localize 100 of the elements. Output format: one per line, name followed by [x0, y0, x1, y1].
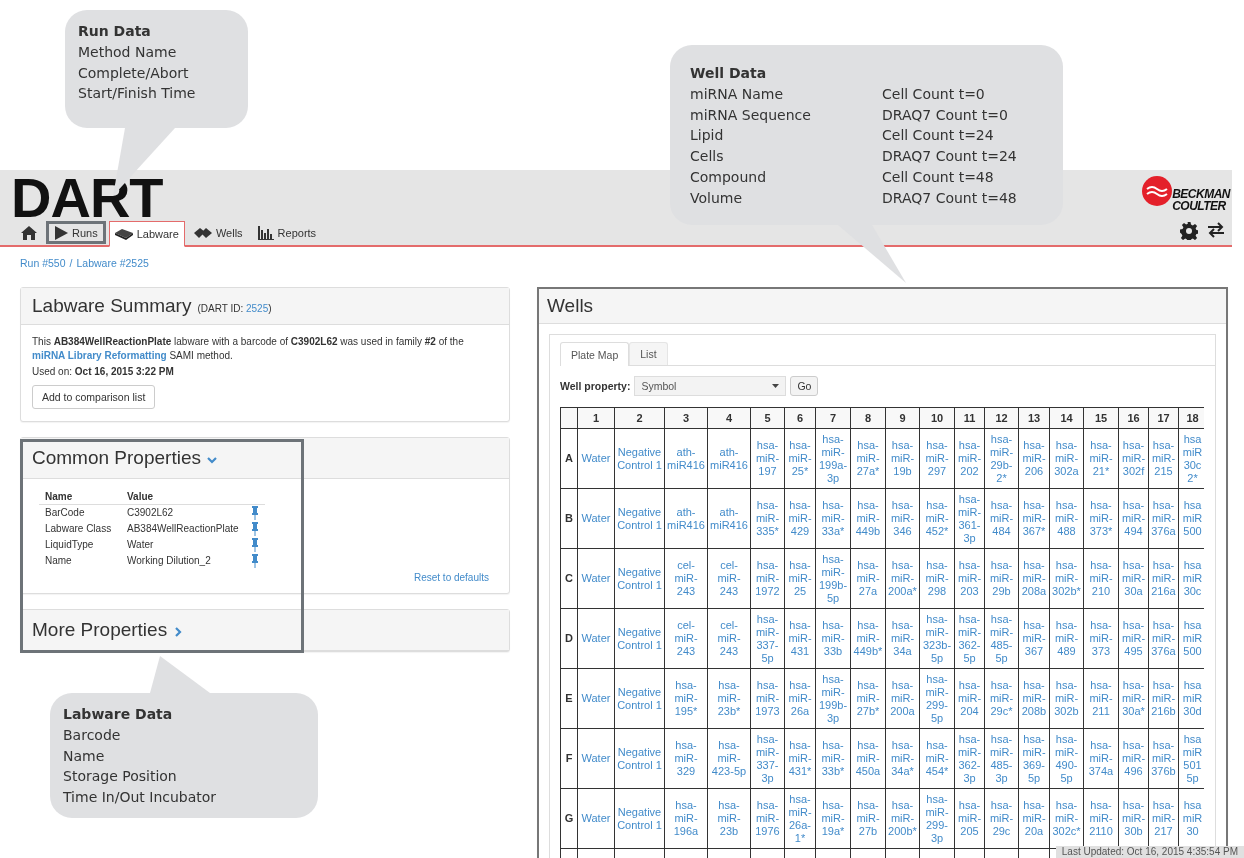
well-cell[interactable]: hsa-miR-485-3p — [984, 728, 1019, 789]
well-cell[interactable]: hsa-miR-205 — [954, 788, 985, 849]
well-cell[interactable]: hsa-miR-27b* — [850, 668, 886, 729]
labware-tab[interactable]: Labware — [108, 221, 185, 247]
well-cell[interactable]: hsa-miR-33b* — [815, 728, 851, 789]
well-cell[interactable]: hsa-miR-429 — [784, 488, 816, 549]
well-cell[interactable]: hsa-miR-33a* — [815, 488, 851, 549]
well-cell[interactable]: hsa-miR-423-5p — [707, 728, 751, 789]
well-cell[interactable]: hsa-miR-210 — [1083, 548, 1119, 609]
well-cell[interactable]: hsa-miR-373* — [1083, 488, 1119, 549]
runs-tab[interactable]: Runs — [46, 221, 106, 244]
well-cell[interactable]: hsa-miR-302b* — [1049, 548, 1084, 609]
well-cell[interactable]: hsa-miR-208a — [1018, 548, 1050, 609]
well-cell[interactable]: cel-miR-243 — [664, 548, 708, 609]
well-cell[interactable]: hsa-miR-34a — [885, 608, 920, 669]
well-cell[interactable]: hsa-miR-197 — [750, 428, 785, 489]
well-cell[interactable]: ath-miR416 — [707, 428, 751, 489]
well-cell[interactable]: hsa-miR-199b-5p — [815, 548, 851, 609]
well-cell[interactable]: hsa-miR-29c* — [984, 668, 1019, 729]
well-cell[interactable]: Negative Control 1 — [614, 668, 665, 729]
well-cell[interactable]: hsa-miR-367 — [1018, 608, 1050, 669]
well-cell[interactable]: hsa-miR-494 — [1118, 488, 1149, 549]
well-cell[interactable]: hsa-miR-215 — [1148, 428, 1179, 489]
well-cell[interactable]: hsa-miR-200a — [885, 668, 920, 729]
well-cell[interactable]: hsa-miR-25 — [784, 548, 816, 609]
well-cell[interactable]: hsa-miR-195* — [664, 668, 708, 729]
well-cell[interactable]: hsa-miR-199a-3p — [815, 428, 851, 489]
well-cell[interactable]: hsa-miR-302a — [1049, 428, 1084, 489]
well-cell[interactable]: hsa-miR-1976 — [750, 788, 785, 849]
well-cell[interactable]: Negative Control 1 — [614, 788, 665, 849]
well-cell[interactable]: cel-miR-243 — [707, 548, 751, 609]
well-cell[interactable]: hsa-miR-376a — [1148, 608, 1179, 669]
well-cell[interactable]: hsa-miR-337-5p — [750, 608, 785, 669]
well-cell[interactable]: Negative Control 1 — [614, 488, 665, 549]
well-cell[interactable]: hsa-miR-26a — [784, 668, 816, 729]
well-cell[interactable]: hsa-miR-488 — [1049, 488, 1084, 549]
well-cell[interactable]: hsa-miR-23b* — [707, 668, 751, 729]
well-cell[interactable]: hsa-miR-299-5p — [919, 668, 955, 729]
well-cell[interactable]: hsa-miR-27a* — [850, 428, 886, 489]
well-cell[interactable]: Negative Control 1 — [614, 428, 665, 489]
well-cell[interactable]: hsa-miR-369-5p — [1018, 728, 1050, 789]
well-cell[interactable]: hsa-miR-20a — [1018, 788, 1050, 849]
breadcrumb-link[interactable]: Labware #2525 — [76, 257, 149, 272]
well-cell[interactable]: hsa-miR-21* — [1083, 428, 1119, 489]
well-cell[interactable]: hsa-miR-25* — [784, 428, 816, 489]
well-cell[interactable]: hsa-miR-346 — [885, 488, 920, 549]
well-cell[interactable]: hsa-miR-19a* — [815, 788, 851, 849]
well-cell[interactable]: hsa-miR-431* — [784, 728, 816, 789]
well-cell[interactable]: hsa-miR-27b — [850, 788, 886, 849]
well-cell[interactable]: hsa-miR-490-5p — [1049, 728, 1084, 789]
well-cell[interactable]: hsa-miR-27a — [850, 548, 886, 609]
well-cell[interactable]: hsa-miR-30a* — [1118, 668, 1149, 729]
well-cell[interactable]: Water — [577, 428, 615, 489]
well-cell[interactable]: hsa-miR-199b-3p — [815, 668, 851, 729]
property-dropdown[interactable]: Symbol — [634, 376, 787, 396]
well-cell[interactable]: hsa-miR-484 — [984, 488, 1019, 549]
well-cell[interactable]: hsa-miR-29b — [984, 548, 1019, 609]
well-cell[interactable]: hsa-miR-200b* — [885, 788, 920, 849]
well-cell[interactable]: Water — [577, 548, 615, 609]
well-cell[interactable]: hsa-miR-454* — [919, 728, 955, 789]
well-cell[interactable]: hsa-miR-361-3p — [954, 488, 985, 549]
well-cell[interactable]: ath-miR416 — [664, 488, 708, 549]
well-cell[interactable]: hsa-miR-362-3p — [954, 728, 985, 789]
well-cell[interactable]: hsa-miR-302b — [1049, 668, 1084, 729]
well-cell[interactable]: Negative Control 1 — [614, 608, 665, 669]
reports-tab[interactable]: Reports — [251, 221, 323, 244]
well-cell[interactable]: hsa-miR-450a — [850, 728, 886, 789]
well-cell[interactable]: hsa-miR-496 — [1118, 728, 1149, 789]
well-cell[interactable]: hsa-miR-449b — [850, 488, 886, 549]
well-cell[interactable]: hsa-miR-208b — [1018, 668, 1050, 729]
well-cell[interactable]: hsa-miR-302f — [1118, 428, 1149, 489]
well-cell[interactable]: hsa-miR-376a — [1148, 488, 1179, 549]
well-cell[interactable]: hsa-miR-211 — [1083, 668, 1119, 729]
well-cell[interactable]: Water — [577, 788, 615, 849]
well-cell[interactable]: hsa-miR-1973 — [750, 668, 785, 729]
well-cell[interactable]: hsa-miR-33b — [815, 608, 851, 669]
tab[interactable]: List — [629, 342, 668, 365]
well-cell[interactable]: hsa-miR-216b — [1148, 668, 1179, 729]
well-cell[interactable]: hsa-miR-362-5p — [954, 608, 985, 669]
well-cell[interactable]: hsa-miR-299-3p — [919, 788, 955, 849]
well-cell[interactable]: ath-miR416 — [707, 488, 751, 549]
go-button[interactable]: Go — [790, 376, 819, 396]
method-link[interactable]: miRNA Library Reformatting — [32, 350, 167, 361]
well-cell[interactable]: hsa-miR-323b-5p — [919, 608, 955, 669]
reset-defaults-link[interactable]: Reset to defaults — [413, 572, 489, 583]
well-cell[interactable]: Water — [577, 488, 615, 549]
well-cell[interactable]: hsa-miR-485-5p — [984, 608, 1019, 669]
well-cell[interactable]: hsa-miR-335* — [750, 488, 785, 549]
well-cell[interactable]: hsa-miR-373 — [1083, 608, 1119, 669]
well-cell[interactable]: Negative Control 1 — [614, 548, 665, 609]
panel-title[interactable]: More Properties — [32, 619, 168, 641]
well-cell[interactable]: hsa-miR-297 — [919, 428, 955, 489]
tab[interactable]: Plate Map — [560, 342, 630, 366]
well-cell[interactable]: hsa-miR-19b — [885, 428, 920, 489]
add-to-comparison-button[interactable]: Add to comparison list — [32, 385, 156, 409]
well-cell[interactable]: hsa-miR-30a — [1118, 548, 1149, 609]
well-cell[interactable]: cel-miR-243 — [707, 608, 751, 669]
well-cell[interactable]: hsa-miR-202 — [954, 428, 985, 489]
well-cell[interactable]: hsa-miR-489 — [1049, 608, 1084, 669]
well-cell[interactable]: hsa-miR-29c — [984, 788, 1019, 849]
